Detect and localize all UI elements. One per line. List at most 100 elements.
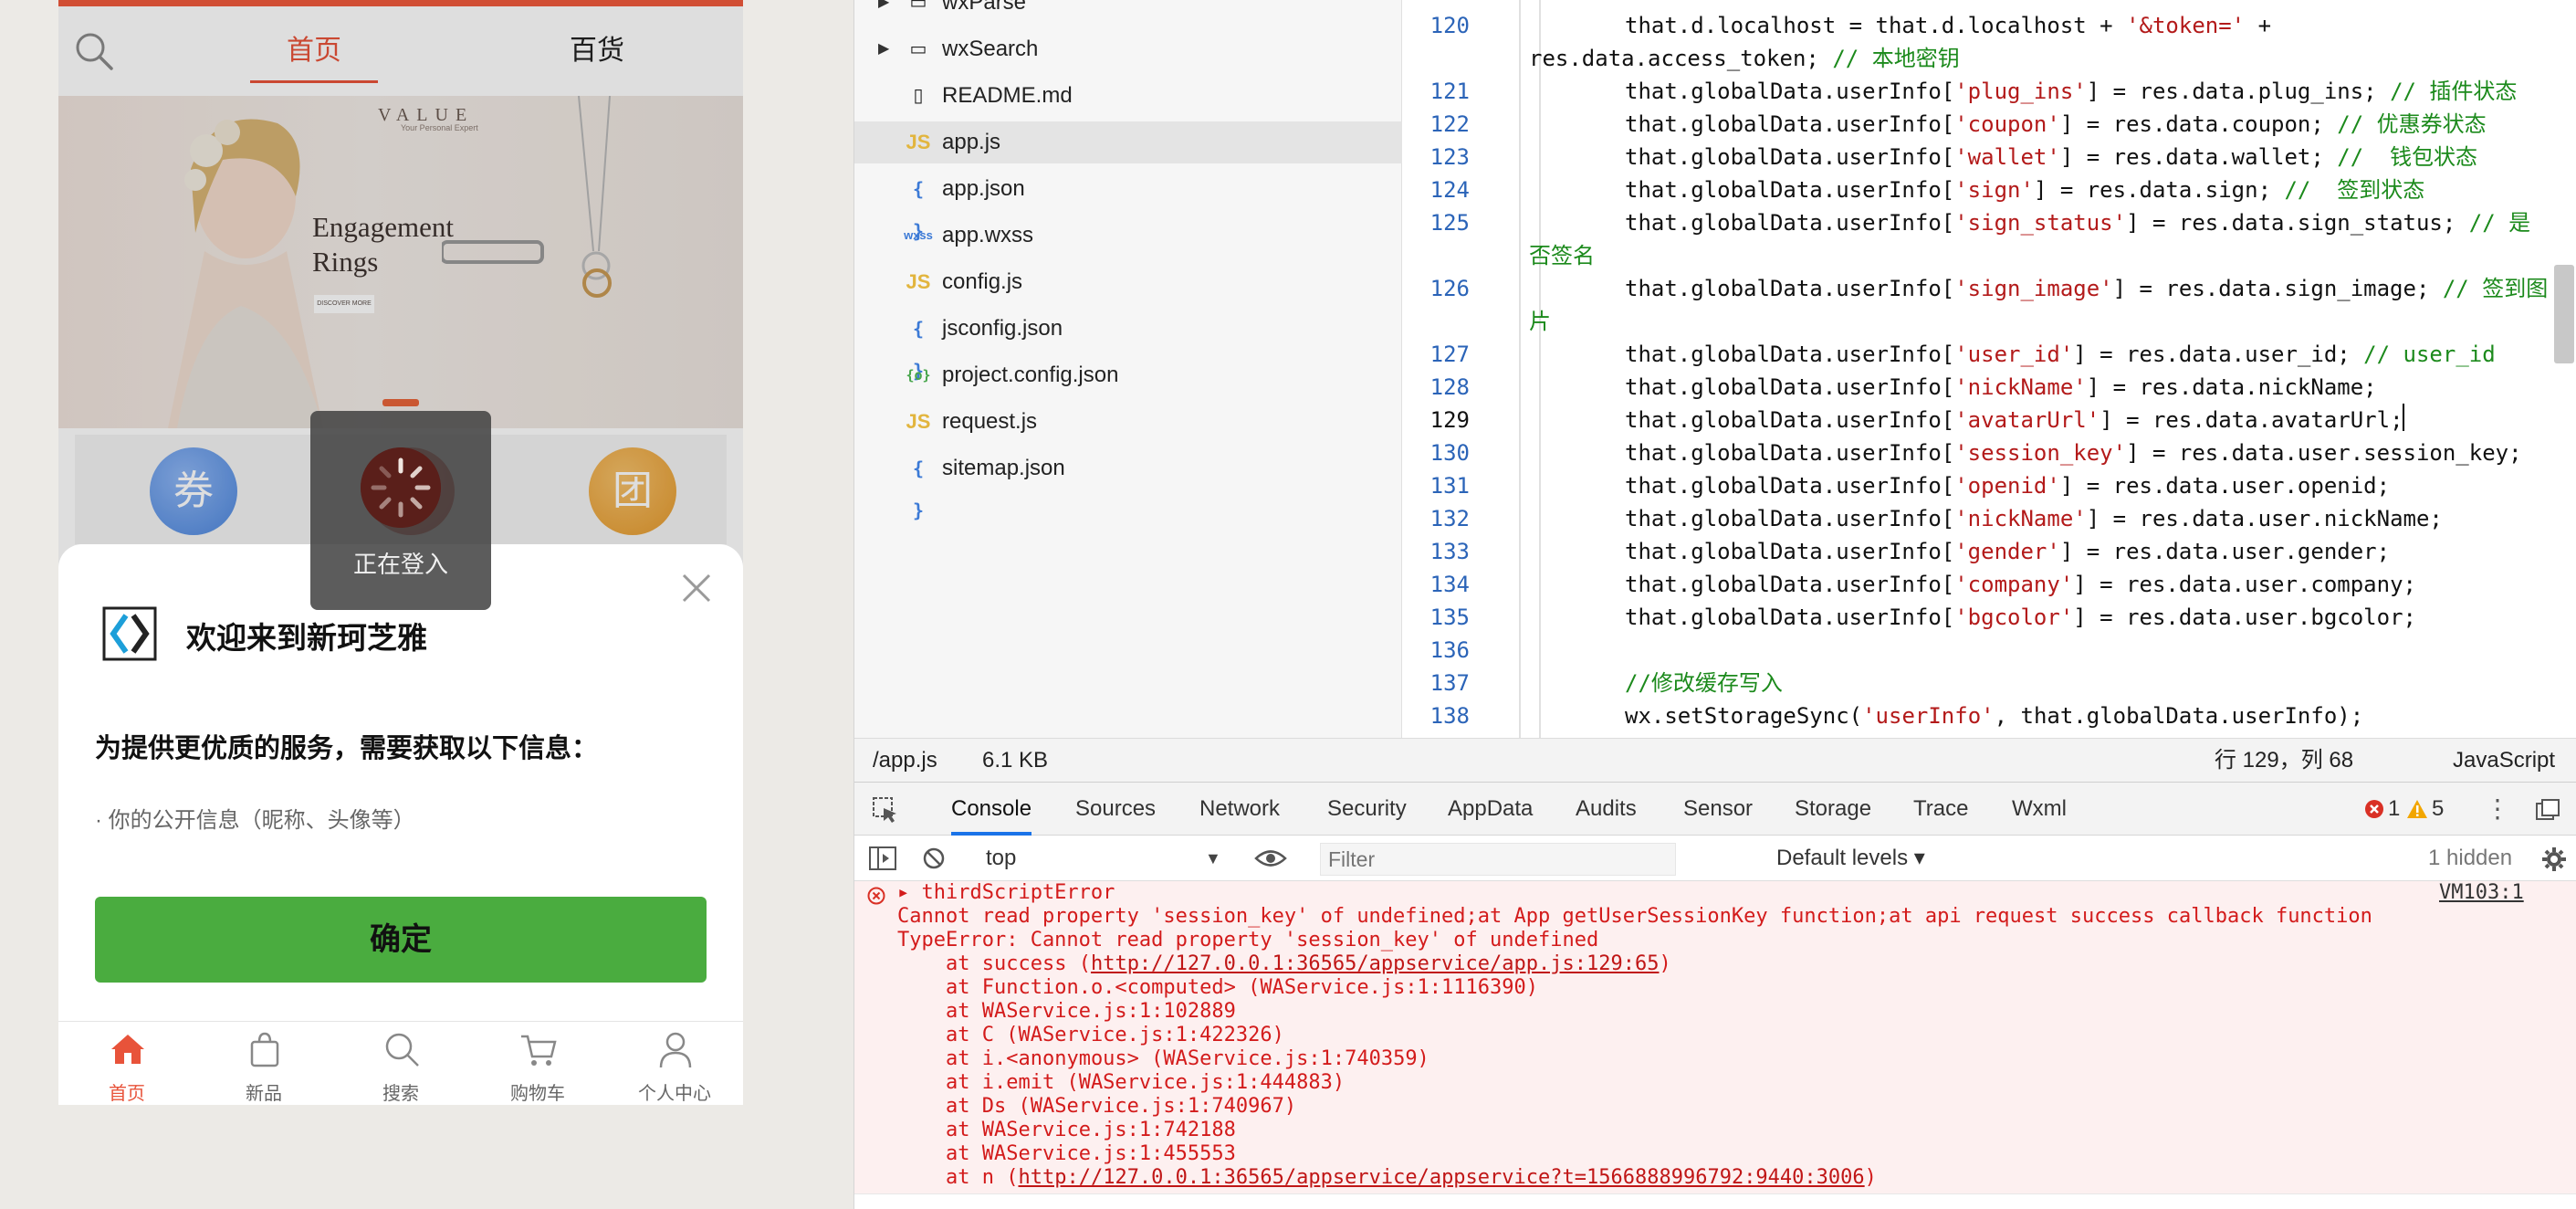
code-line[interactable]: 123 that.globalData.userInfo['wallet'] = … [1402,141,2552,173]
code-token: that.globalData.userInfo[ [1625,374,1955,400]
console-text: at i.<anonymous> (WAService.js:1:740359) [946,1047,1429,1070]
file-tree-item[interactable]: wxss app.wxss [854,215,1402,257]
code-line[interactable]: 138 wx.setStorageSync('userInfo', that.gl… [1402,699,2552,732]
banner-discover-button[interactable]: DISCOVER MORE [314,295,374,313]
code-line[interactable]: 137 //修改缓存写入 [1402,667,2552,699]
devtools-tab-wxml[interactable]: Wxml [2012,783,2067,836]
code-line[interactable]: 122 that.globalData.userInfo['coupon'] = … [1402,108,2552,141]
code-line[interactable]: 129 that.globalData.userInfo['avatarUrl']… [1402,404,2552,436]
code-line[interactable]: 124 that.globalData.userInfo['sign'] = re… [1402,173,2552,206]
file-tree-item[interactable]: JS app.js [854,121,1402,163]
devtools-tab-sources[interactable]: Sources [1075,783,1156,836]
search-icon[interactable] [71,28,117,74]
code-text: that.d.localhost = that.d.localhost + '&… [1625,9,2271,42]
code-token: ] = res.data.wallet; [2059,144,2338,170]
eye-icon[interactable] [1254,848,1287,868]
file-tree-item[interactable]: { } app.json [854,168,1402,242]
log-levels-dropdown[interactable]: Default levels ▾ [1776,836,1925,881]
console-filter-input[interactable] [1320,843,1676,876]
status-cursor-position[interactable]: 行 129，列 68 [2215,739,2353,783]
devtools-tab-sensor[interactable]: Sensor [1683,783,1753,836]
devtools-tab-audits[interactable]: Audits [1576,783,1637,836]
code-line[interactable]: 132 that.globalData.userInfo['nickName'] … [1402,502,2552,535]
dock-icon[interactable] [2536,799,2560,821]
clear-console-icon[interactable] [922,846,946,870]
file-tree-item[interactable]: JS request.js [854,401,1402,443]
tabbar-cart[interactable]: 购物车 [469,1022,606,1106]
inspect-element-icon[interactable] [871,795,900,825]
app-logo-icon [102,606,157,661]
context-dropdown-icon[interactable]: ▼ [1205,836,1221,881]
code-line[interactable]: 126 that.globalData.userInfo['sign_image'… [1402,272,2552,305]
code-token: that.globalData.userInfo[ [1625,79,1955,104]
code-line[interactable]: 121 that.globalData.userInfo['plug_ins'] … [1402,75,2552,108]
sidebar-toggle-icon[interactable] [869,846,896,870]
code-line[interactable]: 125 that.globalData.userInfo['sign_status… [1402,206,2552,239]
tabbar-new[interactable]: 新品 [195,1022,332,1106]
devtools-tab-network[interactable]: Network [1199,783,1280,836]
file-tree-item[interactable]: ▶ ▭ wxSearch [854,28,1402,70]
confirm-button[interactable]: 确定 [95,897,707,983]
code-line[interactable]: 否签名 [1402,239,2552,272]
promo-banner[interactable]: VALUE Your Personal Expert Engagement Ri… [58,96,743,428]
tab-home[interactable]: 首页 [250,28,378,83]
error-count[interactable]: 1 [2388,783,2400,836]
code-line[interactable]: 133 that.globalData.userInfo['gender'] = … [1402,535,2552,568]
editor-scrollbar[interactable] [2554,265,2574,363]
code-line[interactable]: 134 that.globalData.userInfo['company'] =… [1402,568,2552,601]
file-tree-item[interactable]: { } sitemap.json [854,447,1402,521]
console-line: at WAService.js:1:102889 [854,1000,2576,1024]
file-tree-item[interactable]: JS config.js [854,261,1402,303]
stack-trace-link[interactable]: http://127.0.0.1:36565/appservice/app.js… [1091,952,1660,975]
code-line[interactable]: 135 that.globalData.userInfo['bgcolor'] =… [1402,601,2552,634]
code-line[interactable]: 128 that.globalData.userInfo['nickName'] … [1402,371,2552,404]
close-icon[interactable] [680,572,713,604]
tabbar-profile[interactable]: 个人中心 [606,1022,743,1106]
context-selector[interactable]: top [986,836,1016,881]
devtools-tab-security[interactable]: Security [1327,783,1407,836]
console-line: at WAService.js:1:455553 [854,1142,2576,1166]
code-line[interactable]: 片 [1402,305,2552,338]
file-tree-label: wxParse [942,0,1027,15]
code-token: ] = res.data.user.gender; [2059,539,2391,564]
line-number: 123 [1429,144,1470,170]
code-token: that.globalData.userInfo[ [1625,440,1955,466]
devtools-tab-appdata[interactable]: AppData [1448,783,1533,836]
devtools-tab-trace[interactable]: Trace [1913,783,1968,836]
console-prompt[interactable] [854,1193,2576,1209]
file-tree-item[interactable]: ▶ ▭ wxParse [854,0,1402,24]
status-language[interactable]: JavaScript [2453,739,2555,783]
code-line[interactable]: 127 that.globalData.userInfo['user_id'] =… [1402,338,2552,371]
carousel-indicator[interactable] [382,399,419,406]
console-output: VM103:1 ▸ thirdScriptError Cannot read pr… [854,881,2576,1193]
stack-trace-link[interactable]: http://127.0.0.1:36565/appservice/appser… [1018,1166,1864,1189]
code-line[interactable]: 130 that.globalData.userInfo['session_key… [1402,436,2552,469]
devtools-tab-storage[interactable]: Storage [1795,783,1871,836]
code-editor[interactable]: 120 that.d.localhost = that.d.localhost +… [1402,0,2576,782]
code-line[interactable]: 120 that.d.localhost = that.d.localhost +… [1402,9,2552,42]
code-line[interactable]: 136 [1402,634,2552,667]
code-text: that.globalData.userInfo['company'] = re… [1625,568,2416,601]
coupon-icon[interactable]: 券 [150,447,237,535]
code-line[interactable]: 131 that.globalData.userInfo['openid'] = … [1402,469,2552,502]
line-number: 131 [1429,473,1470,499]
expand-arrow-icon[interactable]: ▶ [878,28,889,70]
expand-arrow-icon[interactable]: ▶ [878,0,889,24]
console-text: at C (WAService.js:1:422326) [946,1024,1284,1046]
code-line[interactable]: res.data.access_token; // 本地密钥 [1402,42,2552,75]
gear-icon[interactable] [2541,846,2567,872]
file-tree-item[interactable]: {o} project.config.json [854,354,1402,396]
group-buy-icon[interactable]: 团 [589,447,676,535]
devtools-tab-console[interactable]: Console [951,783,1032,836]
file-tree-item[interactable]: ▯ README.md [854,75,1402,117]
authorization-sheet: 欢迎来到新珂芝雅 为提供更优质的服务，需要获取以下信息： · 你的公开信息（昵称… [58,544,743,1021]
more-options-icon[interactable]: ⋮ [2485,783,2510,836]
file-tree-item[interactable]: { } jsconfig.json [854,308,1402,382]
warning-count[interactable]: 5 [2432,783,2444,836]
code-text: 片 [1529,305,1551,338]
tab-general-goods[interactable]: 百货 [533,28,661,83]
code-comment: // 签到图 [2442,276,2549,301]
tabbar-home[interactable]: 首页 [58,1022,195,1106]
tabbar-search[interactable]: 搜索 [332,1022,469,1106]
status-file-size: 6.1 KB [982,748,1049,773]
